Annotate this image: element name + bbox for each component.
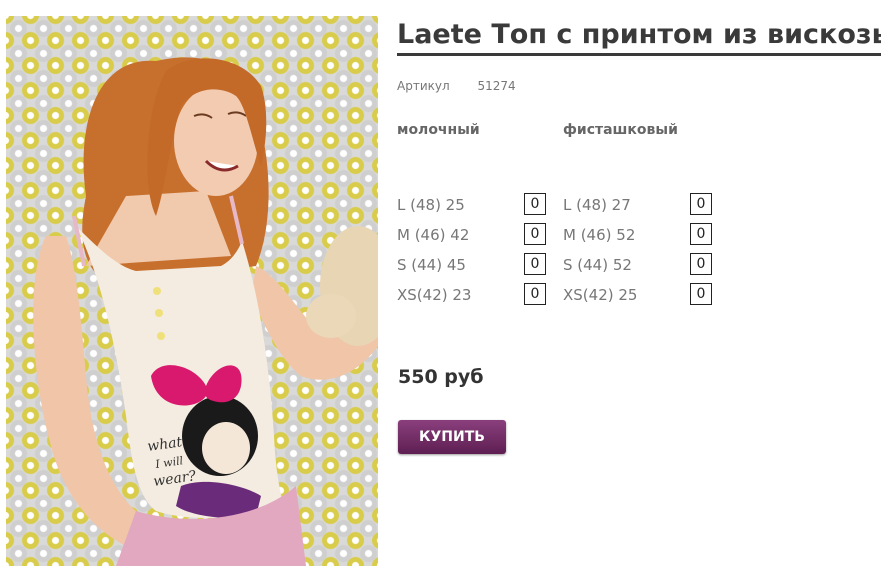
size-label: XS(42) 25 xyxy=(563,286,638,304)
size-list-milk: L (48) 25 0 M (46) 42 0 S (44) 45 0 XS(4… xyxy=(397,192,557,312)
product-photo: what I will wear? xyxy=(6,16,378,566)
quantity-input[interactable]: 0 xyxy=(524,193,546,215)
size-list-pistachio: L (48) 27 0 M (46) 52 0 S (44) 52 0 XS(4… xyxy=(563,192,723,312)
size-row: M (46) 52 0 xyxy=(563,222,723,252)
size-row: L (48) 27 0 xyxy=(563,192,723,222)
product-title: Laete Топ с принтом из вискозы xyxy=(397,18,881,56)
article-number: Артикул 51274 xyxy=(397,79,516,93)
article-value: 51274 xyxy=(477,79,516,93)
product-photo-illustration: what I will wear? xyxy=(33,57,378,566)
size-row: L (48) 25 0 xyxy=(397,192,557,222)
size-label: L (48) 27 xyxy=(563,196,631,214)
quantity-input[interactable]: 0 xyxy=(690,223,712,245)
size-row: S (44) 45 0 xyxy=(397,252,557,282)
size-label: S (44) 52 xyxy=(563,256,632,274)
quantity-input[interactable]: 0 xyxy=(524,223,546,245)
size-row: XS(42) 23 0 xyxy=(397,282,557,312)
quantity-input[interactable]: 0 xyxy=(524,283,546,305)
size-row: S (44) 52 0 xyxy=(563,252,723,282)
quantity-input[interactable]: 0 xyxy=(690,253,712,275)
color-name-milk: молочный xyxy=(397,122,480,138)
size-row: XS(42) 25 0 xyxy=(563,282,723,312)
quantity-input[interactable]: 0 xyxy=(690,283,712,305)
color-name-pistachio: фисташковый xyxy=(563,122,678,138)
size-label: M (46) 42 xyxy=(397,226,470,244)
size-label: M (46) 52 xyxy=(563,226,636,244)
size-label: L (48) 25 xyxy=(397,196,465,214)
buy-button[interactable]: КУПИТЬ xyxy=(398,420,506,454)
article-label: Артикул xyxy=(397,79,450,93)
product-price: 550 руб xyxy=(398,366,484,388)
quantity-input[interactable]: 0 xyxy=(690,193,712,215)
size-label: XS(42) 23 xyxy=(397,286,472,304)
size-row: M (46) 42 0 xyxy=(397,222,557,252)
quantity-input[interactable]: 0 xyxy=(524,253,546,275)
size-label: S (44) 45 xyxy=(397,256,466,274)
